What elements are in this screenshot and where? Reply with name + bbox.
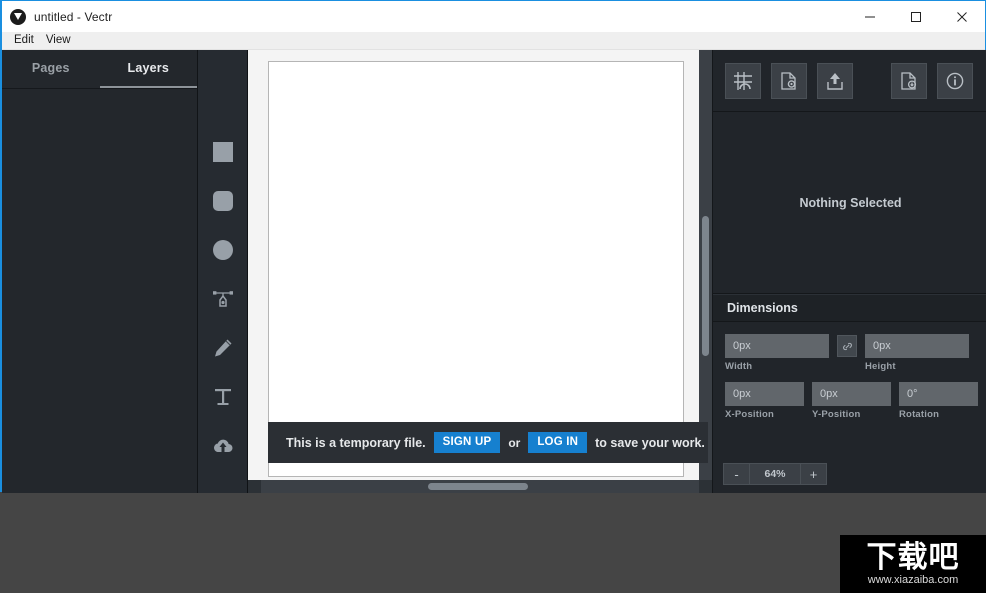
maximize-icon[interactable] [893, 1, 939, 32]
rotation-input[interactable] [899, 382, 978, 406]
zoom-control: - 64% + [723, 463, 827, 485]
hscroll-right-cap[interactable] [699, 480, 712, 493]
vectr-logo-icon [10, 8, 26, 25]
grid-settings-button[interactable] [725, 62, 761, 99]
grid-snap-icon [734, 71, 752, 90]
canvas-horizontal-scrollbar[interactable] [248, 480, 712, 493]
upload-share-icon [827, 72, 843, 90]
title-bar: untitled - Vectr [2, 1, 985, 32]
canvas-vertical-scrollbar[interactable] [699, 50, 712, 480]
watermark-brand: 下载吧 [866, 539, 960, 575]
chain-glyph-icon [842, 342, 852, 350]
layer-list[interactable] [2, 89, 197, 493]
screen-root: untitled - Vectr Edit View Pages Layers … [0, 0, 986, 593]
watermark-url: www.xiazaiba.com [867, 573, 959, 586]
x-position-group: X-Position [725, 382, 804, 420]
zoom-in-button[interactable]: + [801, 464, 826, 484]
zoom-out-button[interactable]: - [724, 464, 749, 484]
width-input[interactable] [725, 334, 829, 358]
width-field-group: Width [725, 334, 829, 372]
import-tool[interactable] [206, 429, 240, 463]
x-position-label: X-Position [725, 409, 774, 420]
rectangle-tool[interactable] [206, 135, 240, 169]
selection-status: Nothing Selected [713, 112, 986, 294]
dimensions-header: Dimensions [713, 294, 986, 322]
tab-layers[interactable]: Layers [99, 50, 197, 88]
document-settings-button[interactable] [771, 62, 807, 99]
hscroll-left-cap[interactable] [248, 480, 261, 493]
close-icon[interactable] [939, 1, 985, 32]
circle-icon [212, 240, 233, 260]
save-document-button[interactable] [891, 62, 927, 99]
app-body: Pages Layers This is a temporary file. S… [2, 50, 986, 493]
text-t-icon [214, 389, 231, 405]
layers-panel: Pages Layers [2, 50, 198, 493]
window-title: untitled - Vectr [34, 9, 113, 24]
x-position-input[interactable] [725, 382, 804, 406]
banner-trail-text: to save your work. [595, 435, 705, 450]
menu-bar: Edit View [2, 32, 985, 50]
text-tool[interactable] [206, 380, 240, 414]
ellipse-tool[interactable] [206, 233, 240, 267]
vertical-scroll-thumb[interactable] [702, 216, 709, 356]
rotation-label: Rotation [899, 409, 940, 420]
dimensions-body: Width Height [713, 322, 986, 420]
menu-item-edit[interactable]: Edit [8, 32, 40, 49]
info-button[interactable] [937, 62, 973, 99]
pen-node-icon [212, 291, 233, 307]
square-icon [212, 142, 233, 162]
y-position-label: Y-Position [812, 409, 861, 420]
document-download-icon [901, 71, 917, 90]
height-field-group: Height [865, 334, 969, 372]
size-row: Width Height [725, 334, 976, 372]
pencil-icon [214, 339, 231, 357]
zoom-level-value: 64% [749, 464, 801, 484]
height-label: Height [865, 361, 896, 372]
canvas-area[interactable]: This is a temporary file. SIGN UP or LOG… [248, 50, 712, 493]
y-position-group: Y-Position [812, 382, 891, 420]
rounded-square-icon [212, 191, 233, 211]
width-label: Width [725, 361, 753, 372]
tab-pages[interactable]: Pages [2, 50, 100, 88]
properties-panel: Nothing Selected Dimensions Width [712, 50, 986, 493]
rounded-rectangle-tool[interactable] [206, 184, 240, 218]
log-in-button[interactable]: LOG IN [528, 431, 588, 454]
panel-tabs: Pages Layers [2, 50, 197, 89]
artboard[interactable] [268, 61, 684, 477]
tool-column [198, 50, 248, 493]
sign-up-button[interactable]: SIGN UP [433, 431, 501, 454]
export-button[interactable] [817, 62, 853, 99]
temporary-file-banner: This is a temporary file. SIGN UP or LOG… [268, 422, 708, 463]
banner-lead-text: This is a temporary file. [286, 435, 426, 450]
y-position-input[interactable] [812, 382, 891, 406]
vectr-window: untitled - Vectr Edit View Pages Layers … [0, 0, 986, 493]
link-chain-icon[interactable] [837, 335, 857, 357]
properties-toolbar [713, 50, 986, 112]
cloud-upload-icon [213, 439, 233, 453]
document-gear-icon [781, 71, 796, 90]
rotation-group: Rotation [899, 382, 978, 420]
menu-item-view[interactable]: View [40, 32, 77, 49]
watermark: 下载吧 www.xiazaiba.com [840, 535, 986, 593]
pen-tool[interactable] [206, 282, 240, 316]
pencil-tool[interactable] [206, 331, 240, 365]
info-circle-icon [946, 72, 964, 89]
position-row: X-Position Y-Position Rotation [725, 382, 978, 420]
minimize-icon[interactable] [847, 1, 893, 32]
window-controls [847, 1, 985, 32]
horizontal-scroll-thumb[interactable] [428, 483, 528, 490]
banner-or-text: or [508, 435, 521, 450]
height-input[interactable] [865, 334, 969, 358]
